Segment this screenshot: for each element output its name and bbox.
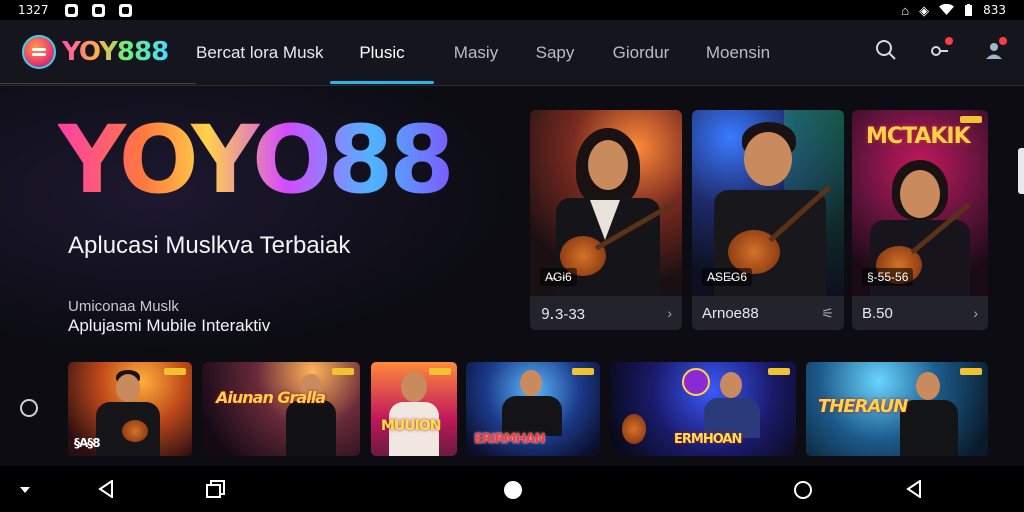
thumbnail-label: §A§8	[74, 436, 101, 450]
chevron-right-icon: ›	[667, 305, 672, 321]
hero-banner: YOYO88 Aplucasi Muslkva Terbaiak Umicona…	[0, 86, 520, 356]
collapse-icon[interactable]	[20, 487, 30, 495]
nav-item-plusic[interactable]: Plusic	[330, 20, 434, 86]
thumbnail-card[interactable]: ERMHOAN	[610, 362, 796, 456]
nav-item-sapy[interactable]: Sapy	[518, 20, 592, 86]
nav-actions	[874, 37, 1007, 62]
scroll-handle[interactable]	[1018, 148, 1024, 194]
home-icon[interactable]	[503, 480, 523, 500]
thumbnail-label: ERIRMHAN	[474, 432, 545, 447]
search-icon	[876, 40, 896, 60]
profile-badge	[999, 37, 1007, 45]
back-icon[interactable]	[98, 480, 114, 498]
thumbnail-card[interactable]: MUUION	[371, 362, 457, 456]
back-triangle-icon[interactable]	[906, 480, 922, 498]
corner-badge	[960, 368, 982, 375]
check-icon	[91, 3, 105, 17]
vibrate-icon: ◈	[919, 2, 930, 18]
featured-caption-text: ⒐3-33	[540, 305, 586, 323]
battery-value: 833	[983, 3, 1006, 17]
featured-caption: ⒐3-33 ›	[530, 296, 682, 330]
wifi-icon	[939, 4, 955, 15]
featured-headline: MCTAKIK	[866, 124, 971, 149]
featured-tag: A̶SE̶G6	[702, 268, 753, 286]
featured-card[interactable]: MCTAKIK §-55-56 B.50 ›	[852, 110, 988, 330]
thumbnail-card[interactable]: THERAUN	[806, 362, 988, 456]
chevron-right-icon: ›	[973, 305, 978, 321]
logo-badge-icon	[22, 35, 56, 69]
hero-title: YOYO88	[58, 106, 455, 215]
featured-card[interactable]: A̶SE̶G6 Arnoe88 ⚟	[692, 110, 844, 330]
corner-badge	[332, 368, 354, 375]
notification-button[interactable]	[928, 37, 953, 62]
featured-tag: §-55-56	[862, 268, 914, 286]
thumbnail-card[interactable]: Aiunan Gralla	[202, 362, 360, 456]
logo-text: YOY888	[62, 37, 169, 67]
photo-icon	[64, 3, 78, 17]
hero-tagline: Aplucasi Muslkva Terbaiak	[68, 232, 351, 259]
status-time: 1327	[18, 3, 49, 17]
thumbnail-label: Aiunan Gralla	[216, 388, 326, 407]
profile-button[interactable]	[982, 37, 1007, 62]
thumbnail-label: MUUION	[381, 418, 441, 434]
nav-item-moensin[interactable]: Moensin	[690, 20, 786, 86]
info-icon[interactable]	[20, 399, 38, 417]
corner-badge	[164, 368, 186, 375]
corner-badge	[572, 368, 594, 375]
battery-icon	[965, 3, 973, 16]
corner-badge	[429, 368, 451, 375]
hero-subtitle: Aplujasmi Mubile Interaktiv	[68, 316, 271, 335]
corner-badge	[960, 116, 982, 123]
home-icon: ⌂	[901, 2, 910, 18]
search-button[interactable]	[874, 38, 898, 62]
status-right: ⌂ ◈ 833	[901, 3, 1006, 17]
status-bar: 1327 ⌂ ◈ 833	[0, 0, 1024, 20]
thumbnail-card[interactable]: §A§8	[68, 362, 192, 456]
featured-caption: B.50 ›	[852, 296, 988, 330]
nav-item-bercat[interactable]: Bercat lora Musk	[196, 20, 330, 86]
circle-icon[interactable]	[793, 480, 813, 500]
nav-item-giordur[interactable]: Giordur	[592, 20, 690, 86]
featured-caption-text: B.50	[862, 304, 893, 322]
logo-divider	[0, 83, 196, 84]
featured-caption-text: Arnoe88	[702, 304, 759, 322]
corner-badge	[768, 368, 790, 375]
shield-icon	[118, 3, 132, 17]
featured-caption: Arnoe88 ⚟	[692, 296, 844, 330]
guitar-icon: ⚟	[821, 304, 834, 321]
nav-item-masiy[interactable]: Masiy	[434, 20, 518, 86]
featured-card[interactable]: A̶Gɨ6 ⒐3-33 ›	[530, 110, 682, 330]
thumbnail-card[interactable]: ERIRMHAN	[466, 362, 600, 456]
main-nav: Bercat lora Musk Plusic Masiy Sapy Giord…	[196, 20, 786, 86]
system-nav-bar	[0, 466, 1024, 512]
hero-label: Umiconaa Muslk	[68, 298, 179, 315]
app-logo[interactable]: YOY888	[22, 35, 169, 69]
featured-tag: A̶Gɨ6	[540, 268, 577, 286]
thumbnail-label: ERMHOAN	[674, 432, 742, 447]
notification-badge	[945, 37, 953, 45]
recents-icon[interactable]	[206, 480, 226, 498]
top-navigation: YOY888 Bercat lora Musk Plusic Masiy Sap…	[0, 20, 1024, 86]
thumbnail-label: THERAUN	[818, 396, 908, 417]
